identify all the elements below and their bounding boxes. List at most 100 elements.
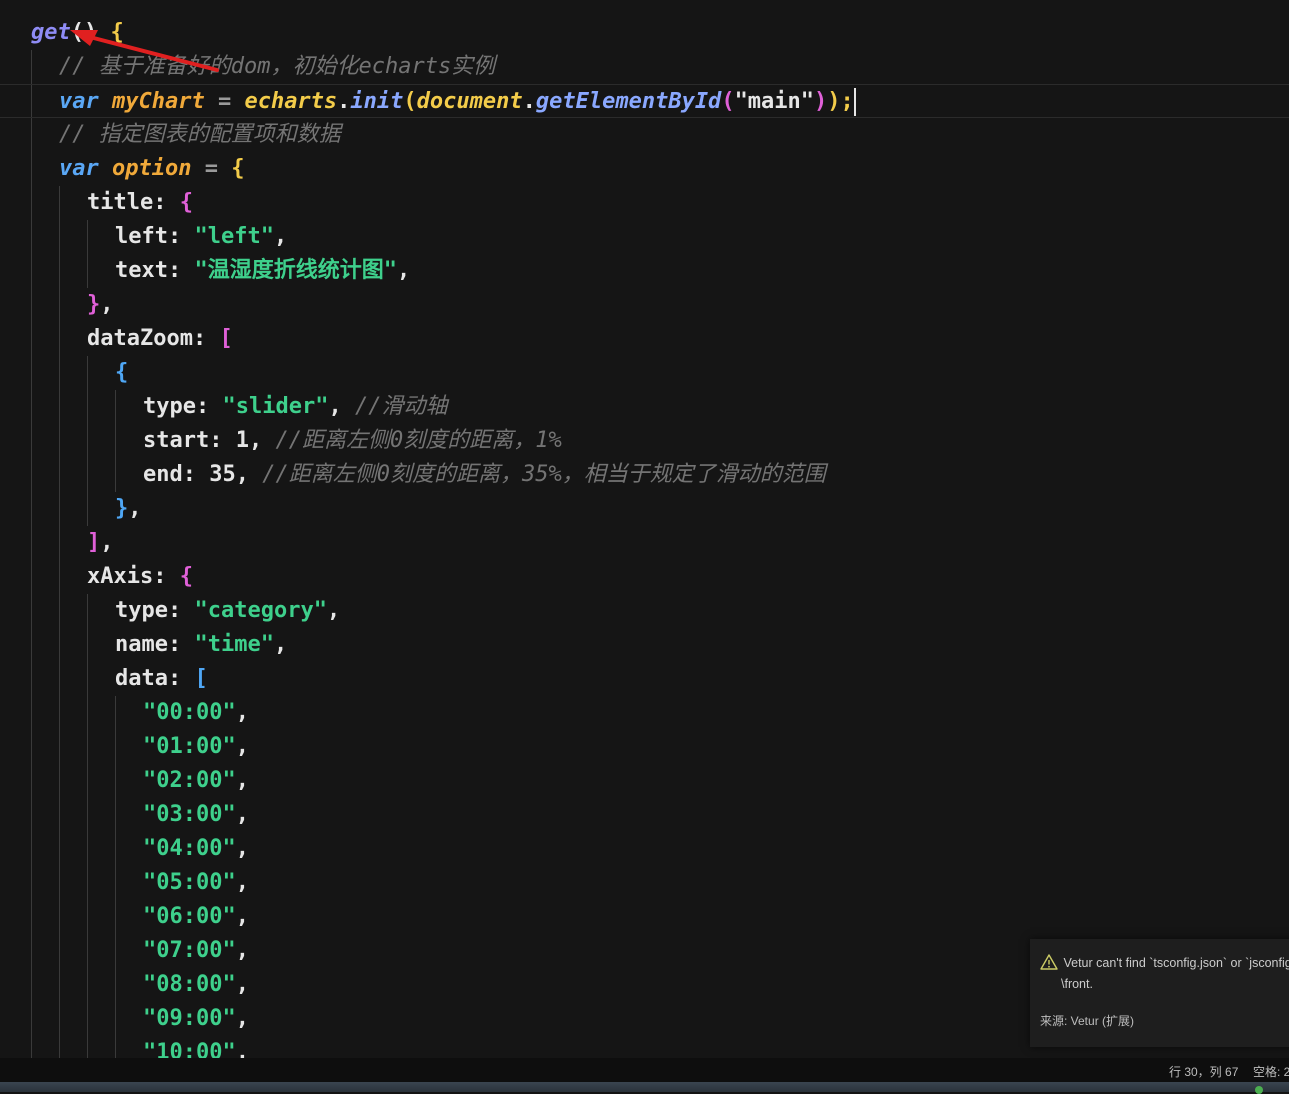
- warning-icon: [1040, 954, 1058, 970]
- code-token: ,: [235, 1040, 249, 1058]
- code-token: getElementById: [535, 89, 722, 114]
- indent-spaces[interactable]: 空格: 2: [1253, 1063, 1289, 1080]
- code-token: ,: [235, 768, 249, 793]
- code-token: data:: [115, 666, 195, 691]
- code-line[interactable]: {: [0, 356, 1289, 390]
- code-line-content: "03:00",: [143, 798, 249, 832]
- code-line[interactable]: "02:00",: [0, 764, 1289, 798]
- code-line-content: "06:00",: [143, 900, 249, 934]
- code-line-content: "08:00",: [143, 968, 249, 1002]
- code-token: ,: [235, 1006, 249, 1031]
- code-token: "09:00": [143, 1006, 236, 1031]
- code-token: }: [115, 496, 129, 521]
- code-line[interactable]: // 指定图表的配置项和数据: [0, 118, 1289, 152]
- code-line-content: {: [115, 356, 128, 390]
- notification-source[interactable]: 来源: Vetur (扩展): [1040, 1012, 1134, 1029]
- status-dot-icon: [1255, 1086, 1263, 1094]
- code-token: ,: [235, 870, 249, 895]
- code-line-content: data: [: [115, 662, 208, 696]
- code-token: {: [110, 20, 124, 45]
- code-token: ,: [396, 258, 411, 283]
- code-line[interactable]: "00:00",: [0, 696, 1289, 730]
- code-token: "01:00": [143, 734, 236, 759]
- code-line-content: title: {: [87, 186, 193, 220]
- code-token: {: [231, 156, 245, 181]
- code-line[interactable]: "03:00",: [0, 798, 1289, 832]
- code-line-content: "05:00",: [143, 866, 249, 900]
- code-line-content: "04:00",: [143, 832, 249, 866]
- code-token: //滑动轴: [354, 394, 448, 419]
- code-line-content: ],: [87, 526, 114, 560]
- vetur-notification[interactable]: Vetur can't find `tsconfig.json` or `jsc…: [1030, 939, 1289, 1047]
- code-token: "10:00": [143, 1040, 236, 1058]
- notification-line1: Vetur can't find `tsconfig.json` or `jsc…: [1063, 956, 1289, 970]
- code-line[interactable]: get() {: [0, 16, 1289, 50]
- code-token: }: [87, 292, 101, 317]
- code-token: [: [194, 666, 208, 691]
- code-token: get: [31, 20, 71, 45]
- code-token: (: [403, 89, 417, 114]
- code-line-content: text: "温湿度折线统计图",: [115, 254, 410, 288]
- code-line[interactable]: start: 1, //距离左侧0刻度的距离，1%: [0, 424, 1289, 458]
- code-token: ,: [273, 224, 288, 249]
- code-line[interactable]: xAxis: {: [0, 560, 1289, 594]
- code-token: .: [522, 89, 536, 114]
- code-line[interactable]: "05:00",: [0, 866, 1289, 900]
- cursor-position[interactable]: 行 30，列 67: [1169, 1063, 1238, 1080]
- code-line[interactable]: type: "slider", //滑动轴: [0, 390, 1289, 424]
- code-line-content: "02:00",: [143, 764, 249, 798]
- code-line-content: get() {: [31, 16, 124, 50]
- code-line-content: },: [115, 492, 142, 526]
- code-token: =: [191, 156, 232, 181]
- code-line[interactable]: "06:00",: [0, 900, 1289, 934]
- code-line[interactable]: "04:00",: [0, 832, 1289, 866]
- status-bar: 行 30，列 67 空格: 2: [0, 1058, 1289, 1082]
- code-line[interactable]: text: "温湿度折线统计图",: [0, 254, 1289, 288]
- code-line[interactable]: var option = {: [0, 152, 1289, 186]
- code-token: document: [416, 89, 523, 114]
- code-token: // 基于准备好的dom，初始化echarts实例: [59, 54, 496, 79]
- code-token: "05:00": [143, 870, 236, 895]
- code-line[interactable]: data: [: [0, 662, 1289, 696]
- code-line[interactable]: title: {: [0, 186, 1289, 220]
- code-line[interactable]: type: "category",: [0, 594, 1289, 628]
- code-token: init: [350, 89, 404, 114]
- code-line[interactable]: },: [0, 492, 1289, 526]
- code-token: ): [814, 89, 828, 114]
- code-token: //距离左侧0刻度的距离，35%，相当于规定了滑动的范围: [262, 462, 826, 487]
- code-token: "02:00": [143, 768, 236, 793]
- code-token: [: [219, 326, 233, 351]
- code-token: ,: [235, 972, 249, 997]
- code-token: ,: [128, 496, 142, 521]
- code-line[interactable]: // 基于准备好的dom，初始化echarts实例: [0, 50, 1289, 84]
- code-line-content: var myChart = echarts.init(document.getE…: [59, 85, 856, 119]
- code-line[interactable]: },: [0, 288, 1289, 322]
- code-line-content: "09:00",: [143, 1002, 249, 1036]
- code-token: ,: [100, 292, 114, 317]
- code-token: ): [827, 89, 841, 114]
- code-line-content: xAxis: {: [87, 560, 193, 594]
- code-token: "00:00": [143, 700, 236, 725]
- code-token: option: [111, 156, 192, 181]
- code-token: "03:00": [143, 802, 236, 827]
- code-token: ,: [326, 598, 341, 623]
- code-line-content: "07:00",: [143, 934, 249, 968]
- code-token: var: [59, 156, 112, 181]
- code-editor[interactable]: get() {// 基于准备好的dom，初始化echarts实例 var myCh…: [0, 0, 1289, 1058]
- code-line[interactable]: end: 35, //距离左侧0刻度的距离，35%，相当于规定了滑动的范围: [0, 458, 1289, 492]
- code-token: //距离左侧0刻度的距离，1%: [275, 428, 562, 453]
- code-line[interactable]: dataZoom: [: [0, 322, 1289, 356]
- code-token: left:: [115, 224, 195, 249]
- code-token: end:: [143, 462, 210, 487]
- code-token: ,: [235, 462, 263, 487]
- code-token: "left": [194, 224, 274, 249]
- code-line[interactable]: left: "left",: [0, 220, 1289, 254]
- notification-message-row: Vetur can't find `tsconfig.json` or `jsc…: [1040, 954, 1289, 970]
- code-line[interactable]: var myChart = echarts.init(document.getE…: [0, 84, 1289, 118]
- code-token: name:: [115, 632, 195, 657]
- code-token: "06:00": [143, 904, 236, 929]
- code-line[interactable]: ],: [0, 526, 1289, 560]
- code-token: type:: [143, 394, 223, 419]
- code-line[interactable]: name: "time",: [0, 628, 1289, 662]
- code-line[interactable]: "01:00",: [0, 730, 1289, 764]
